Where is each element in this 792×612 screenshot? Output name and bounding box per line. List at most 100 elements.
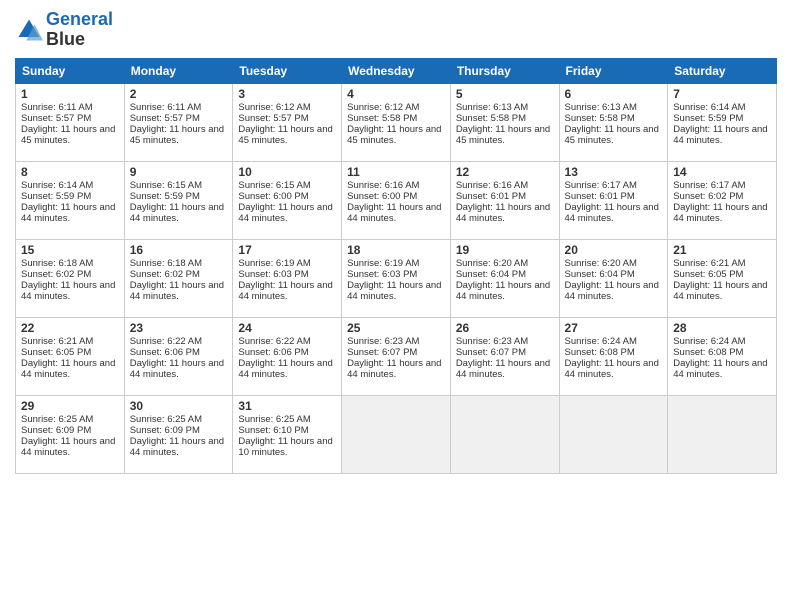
calendar-cell: 4 Sunrise: 6:12 AM Sunset: 5:58 PM Dayli… <box>342 83 451 161</box>
daylight-label: Daylight: 11 hours and 44 minutes. <box>456 358 550 380</box>
day-number: 7 <box>673 87 771 101</box>
day-number: 24 <box>238 321 336 335</box>
day-number: 27 <box>565 321 663 335</box>
sunset-label: Sunset: 5:59 PM <box>673 113 743 124</box>
sunrise-label: Sunrise: 6:12 AM <box>238 102 310 113</box>
calendar-cell: 2 Sunrise: 6:11 AM Sunset: 5:57 PM Dayli… <box>124 83 233 161</box>
calendar-cell: 30 Sunrise: 6:25 AM Sunset: 6:09 PM Dayl… <box>124 395 233 473</box>
day-number: 8 <box>21 165 119 179</box>
calendar-cell: 3 Sunrise: 6:12 AM Sunset: 5:57 PM Dayli… <box>233 83 342 161</box>
daylight-label: Daylight: 11 hours and 44 minutes. <box>673 202 767 224</box>
weekday-header-saturday: Saturday <box>668 58 777 83</box>
calendar-week-4: 22 Sunrise: 6:21 AM Sunset: 6:05 PM Dayl… <box>16 317 777 395</box>
logo-icon <box>15 16 43 44</box>
weekday-header-tuesday: Tuesday <box>233 58 342 83</box>
calendar-cell: 23 Sunrise: 6:22 AM Sunset: 6:06 PM Dayl… <box>124 317 233 395</box>
sunrise-label: Sunrise: 6:13 AM <box>456 102 528 113</box>
sunset-label: Sunset: 6:04 PM <box>456 269 526 280</box>
sunset-label: Sunset: 5:59 PM <box>21 191 91 202</box>
daylight-label: Daylight: 11 hours and 44 minutes. <box>21 358 115 380</box>
daylight-label: Daylight: 11 hours and 44 minutes. <box>565 202 659 224</box>
weekday-header-friday: Friday <box>559 58 668 83</box>
sunrise-label: Sunrise: 6:11 AM <box>21 102 93 113</box>
sunset-label: Sunset: 6:00 PM <box>347 191 417 202</box>
sunset-label: Sunset: 5:57 PM <box>238 113 308 124</box>
sunset-label: Sunset: 5:58 PM <box>347 113 417 124</box>
day-number: 18 <box>347 243 445 257</box>
sunset-label: Sunset: 5:57 PM <box>130 113 200 124</box>
calendar-cell: 8 Sunrise: 6:14 AM Sunset: 5:59 PM Dayli… <box>16 161 125 239</box>
calendar-cell: 22 Sunrise: 6:21 AM Sunset: 6:05 PM Dayl… <box>16 317 125 395</box>
sunset-label: Sunset: 6:01 PM <box>456 191 526 202</box>
daylight-label: Daylight: 11 hours and 44 minutes. <box>673 358 767 380</box>
sunset-label: Sunset: 6:08 PM <box>673 347 743 358</box>
sunset-label: Sunset: 5:58 PM <box>456 113 526 124</box>
sunrise-label: Sunrise: 6:11 AM <box>130 102 202 113</box>
day-number: 30 <box>130 399 228 413</box>
sunrise-label: Sunrise: 6:23 AM <box>347 336 419 347</box>
daylight-label: Daylight: 11 hours and 45 minutes. <box>456 124 550 146</box>
sunset-label: Sunset: 5:58 PM <box>565 113 635 124</box>
calendar-cell: 31 Sunrise: 6:25 AM Sunset: 6:10 PM Dayl… <box>233 395 342 473</box>
day-number: 10 <box>238 165 336 179</box>
calendar-cell: 11 Sunrise: 6:16 AM Sunset: 6:00 PM Dayl… <box>342 161 451 239</box>
calendar-week-5: 29 Sunrise: 6:25 AM Sunset: 6:09 PM Dayl… <box>16 395 777 473</box>
sunrise-label: Sunrise: 6:14 AM <box>673 102 745 113</box>
calendar-cell: 14 Sunrise: 6:17 AM Sunset: 6:02 PM Dayl… <box>668 161 777 239</box>
calendar-cell <box>450 395 559 473</box>
sunset-label: Sunset: 6:06 PM <box>130 347 200 358</box>
daylight-label: Daylight: 11 hours and 44 minutes. <box>673 124 767 146</box>
calendar-cell: 5 Sunrise: 6:13 AM Sunset: 5:58 PM Dayli… <box>450 83 559 161</box>
sunrise-label: Sunrise: 6:19 AM <box>347 258 419 269</box>
calendar-cell: 27 Sunrise: 6:24 AM Sunset: 6:08 PM Dayl… <box>559 317 668 395</box>
daylight-label: Daylight: 11 hours and 10 minutes. <box>238 436 332 458</box>
day-number: 25 <box>347 321 445 335</box>
day-number: 14 <box>673 165 771 179</box>
daylight-label: Daylight: 11 hours and 45 minutes. <box>238 124 332 146</box>
calendar-cell: 13 Sunrise: 6:17 AM Sunset: 6:01 PM Dayl… <box>559 161 668 239</box>
calendar-cell: 18 Sunrise: 6:19 AM Sunset: 6:03 PM Dayl… <box>342 239 451 317</box>
day-number: 11 <box>347 165 445 179</box>
daylight-label: Daylight: 11 hours and 45 minutes. <box>347 124 441 146</box>
daylight-label: Daylight: 11 hours and 44 minutes. <box>238 280 332 302</box>
sunrise-label: Sunrise: 6:16 AM <box>347 180 419 191</box>
daylight-label: Daylight: 11 hours and 44 minutes. <box>130 436 224 458</box>
day-number: 26 <box>456 321 554 335</box>
sunrise-label: Sunrise: 6:21 AM <box>673 258 745 269</box>
sunset-label: Sunset: 6:00 PM <box>238 191 308 202</box>
sunrise-label: Sunrise: 6:16 AM <box>456 180 528 191</box>
daylight-label: Daylight: 11 hours and 44 minutes. <box>565 280 659 302</box>
sunset-label: Sunset: 6:01 PM <box>565 191 635 202</box>
weekday-header-wednesday: Wednesday <box>342 58 451 83</box>
sunrise-label: Sunrise: 6:25 AM <box>21 414 93 425</box>
sunrise-label: Sunrise: 6:24 AM <box>565 336 637 347</box>
sunset-label: Sunset: 6:09 PM <box>21 425 91 436</box>
daylight-label: Daylight: 11 hours and 44 minutes. <box>130 358 224 380</box>
sunrise-label: Sunrise: 6:13 AM <box>565 102 637 113</box>
calendar-cell: 15 Sunrise: 6:18 AM Sunset: 6:02 PM Dayl… <box>16 239 125 317</box>
weekday-header-monday: Monday <box>124 58 233 83</box>
calendar-cell: 7 Sunrise: 6:14 AM Sunset: 5:59 PM Dayli… <box>668 83 777 161</box>
calendar-cell: 1 Sunrise: 6:11 AM Sunset: 5:57 PM Dayli… <box>16 83 125 161</box>
daylight-label: Daylight: 11 hours and 45 minutes. <box>21 124 115 146</box>
daylight-label: Daylight: 11 hours and 44 minutes. <box>456 280 550 302</box>
sunrise-label: Sunrise: 6:15 AM <box>238 180 310 191</box>
daylight-label: Daylight: 11 hours and 44 minutes. <box>21 202 115 224</box>
sunrise-label: Sunrise: 6:25 AM <box>238 414 310 425</box>
sunrise-label: Sunrise: 6:20 AM <box>565 258 637 269</box>
calendar-cell <box>342 395 451 473</box>
calendar-week-2: 8 Sunrise: 6:14 AM Sunset: 5:59 PM Dayli… <box>16 161 777 239</box>
sunrise-label: Sunrise: 6:14 AM <box>21 180 93 191</box>
sunset-label: Sunset: 6:02 PM <box>673 191 743 202</box>
calendar-cell: 10 Sunrise: 6:15 AM Sunset: 6:00 PM Dayl… <box>233 161 342 239</box>
calendar-cell <box>559 395 668 473</box>
day-number: 20 <box>565 243 663 257</box>
sunset-label: Sunset: 6:05 PM <box>21 347 91 358</box>
daylight-label: Daylight: 11 hours and 44 minutes. <box>456 202 550 224</box>
day-number: 13 <box>565 165 663 179</box>
day-number: 19 <box>456 243 554 257</box>
calendar-cell: 21 Sunrise: 6:21 AM Sunset: 6:05 PM Dayl… <box>668 239 777 317</box>
calendar-cell: 9 Sunrise: 6:15 AM Sunset: 5:59 PM Dayli… <box>124 161 233 239</box>
daylight-label: Daylight: 11 hours and 44 minutes. <box>130 202 224 224</box>
daylight-label: Daylight: 11 hours and 44 minutes. <box>238 202 332 224</box>
